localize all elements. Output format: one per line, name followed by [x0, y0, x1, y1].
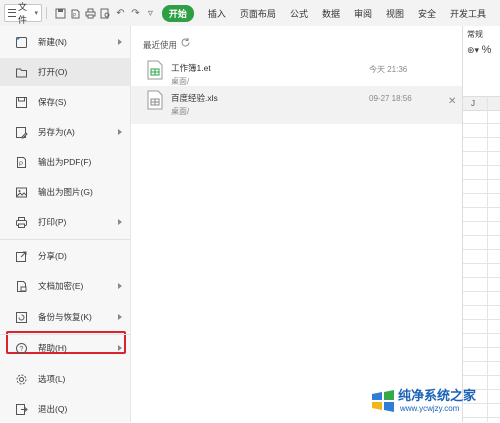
menu-item-label: 退出(Q) [38, 404, 68, 414]
image-icon [14, 185, 28, 199]
menu-item-help[interactable]: ? 帮助(H) [0, 334, 130, 362]
file-time: 09-27 18:56 [369, 94, 412, 103]
print-preview-icon[interactable] [100, 7, 111, 20]
menu-item-export-pdf[interactable]: P 输出为PDF(F) [0, 148, 130, 176]
menu-item-print[interactable]: 打印(P) [0, 208, 130, 236]
menu-item-label: 输出为图片(G) [38, 187, 93, 197]
folder-icon [14, 65, 28, 79]
svg-text:P: P [19, 162, 23, 168]
tab-review[interactable]: 审阅 [354, 7, 372, 20]
menu-item-label: 帮助(H) [38, 343, 67, 353]
menu-item-label: 另存为(A) [38, 127, 75, 137]
file-menu-label: 文件 [18, 2, 28, 25]
menu-item-options[interactable]: 选项(L) [0, 365, 130, 393]
tab-page-layout[interactable]: 页面布局 [240, 7, 276, 20]
share-icon [14, 249, 28, 263]
tab-home[interactable]: 开始 [161, 4, 194, 22]
menu-item-label: 新建(N) [38, 37, 67, 47]
number-format-select[interactable]: 常规 [467, 29, 483, 40]
new-doc-icon [14, 35, 28, 49]
menu-item-label: 输出为PDF(F) [38, 157, 92, 167]
export-pdf-icon[interactable]: P [70, 7, 81, 20]
menu-item-label: 保存(S) [38, 97, 67, 107]
help-icon: ? [14, 341, 28, 355]
menu-item-save-as[interactable]: 另存为(A) [0, 118, 130, 146]
percent-format-button[interactable]: ⊛▾ % [467, 44, 491, 56]
toolbar-divider [46, 7, 47, 19]
column-header-j[interactable]: J [471, 99, 475, 108]
recent-file-row[interactable]: 百度经验.xls 桌面/ 09-27 18:56 ✕ [131, 86, 462, 124]
menu-item-save[interactable]: 保存(S) [0, 88, 130, 116]
menu-item-label: 选项(L) [38, 374, 66, 384]
xls-file-icon [147, 90, 163, 110]
gear-icon [14, 372, 28, 386]
watermark-url: www.ycwjzy.com [400, 404, 460, 413]
ribbon-tabs: 开始 插入 页面布局 公式 数据 审阅 视图 安全 开发工具 [161, 4, 500, 22]
menu-item-label: 打印(P) [38, 217, 67, 227]
percent-label: % [481, 44, 492, 56]
save-icon [14, 95, 28, 109]
file-name: 工作簿1.et [171, 63, 211, 73]
redo-icon[interactable]: ↷ [130, 7, 141, 20]
submenu-arrow-icon [118, 345, 122, 351]
refresh-icon[interactable] [180, 37, 191, 48]
file-name: 百度经验.xls [171, 93, 218, 103]
recent-title: 最近使用 [143, 40, 178, 50]
backup-icon [14, 310, 28, 324]
customize-dropdown-icon[interactable]: ▿ [145, 7, 156, 20]
top-toolbar: 文件 ▾ P ↶ ↷ ▿ 开始 插入 页面布局 公式 数据 审阅 视图 安全 开… [0, 0, 500, 27]
site-watermark: 纯净系统之家 www.ycwjzy.com [368, 382, 496, 420]
tab-insert[interactable]: 插入 [208, 7, 226, 20]
submenu-arrow-icon [118, 283, 122, 289]
file-backstage-menu: 新建(N) 打开(O) 保存(S) 另存为(A) P 输出为PDF(F) 输出为… [0, 26, 131, 422]
hamburger-icon [8, 9, 17, 17]
menu-divider [0, 239, 130, 240]
menu-item-exit[interactable]: 退出(Q) [0, 395, 130, 423]
menu-item-label: 分享(D) [38, 251, 67, 261]
currency-icon: ⊛▾ [467, 45, 482, 55]
menu-item-encrypt[interactable]: 文档加密(E) [0, 272, 130, 300]
save-as-icon [14, 125, 28, 139]
chevron-down-icon: ▾ [34, 10, 39, 17]
encrypt-icon [14, 279, 28, 293]
undo-icon[interactable]: ↶ [115, 7, 126, 20]
file-time: 今天 21:36 [369, 65, 408, 74]
recent-files-panel: 最近使用 工作簿1.et 桌面/ 今天 21:36 百度经验.xls 桌面/ 0… [131, 26, 462, 422]
tab-data[interactable]: 数据 [322, 7, 340, 20]
menu-item-label: 备份与恢复(K) [38, 312, 92, 322]
remove-from-list-icon[interactable]: ✕ [448, 96, 456, 107]
menu-item-open[interactable]: 打开(O) [0, 58, 130, 86]
tab-security[interactable]: 安全 [418, 7, 436, 20]
pdf-icon: P [14, 155, 28, 169]
column-header-row: J [463, 96, 500, 111]
print-icon[interactable] [85, 7, 96, 20]
submenu-arrow-icon [118, 314, 122, 320]
menu-item-new[interactable]: 新建(N) [0, 28, 130, 56]
watermark-logo-icon [372, 390, 394, 412]
save-icon[interactable] [55, 7, 66, 20]
menu-item-label: 打开(O) [38, 67, 68, 77]
print-icon [14, 215, 28, 229]
submenu-arrow-icon [118, 219, 122, 225]
menu-item-export-image[interactable]: 输出为图片(G) [0, 178, 130, 206]
menu-item-backup-restore[interactable]: 备份与恢复(K) [0, 303, 130, 331]
menu-item-share[interactable]: 分享(D) [0, 242, 130, 270]
exit-icon [14, 402, 28, 416]
watermark-title: 纯净系统之家 [398, 388, 477, 403]
submenu-arrow-icon [118, 39, 122, 45]
svg-text:?: ? [19, 346, 23, 353]
spreadsheet-area: 常规 ⊛▾ % J [462, 26, 500, 422]
menu-item-label: 文档加密(E) [38, 281, 84, 291]
spreadsheet-file-icon [147, 60, 163, 80]
tab-developer[interactable]: 开发工具 [450, 7, 486, 20]
tab-view[interactable]: 视图 [386, 7, 404, 20]
submenu-arrow-icon [118, 129, 122, 135]
tab-formulas[interactable]: 公式 [290, 7, 308, 20]
file-path: 桌面/ [171, 107, 190, 116]
cell-grid[interactable] [463, 110, 500, 422]
file-menu-button[interactable]: 文件 ▾ [4, 2, 43, 25]
